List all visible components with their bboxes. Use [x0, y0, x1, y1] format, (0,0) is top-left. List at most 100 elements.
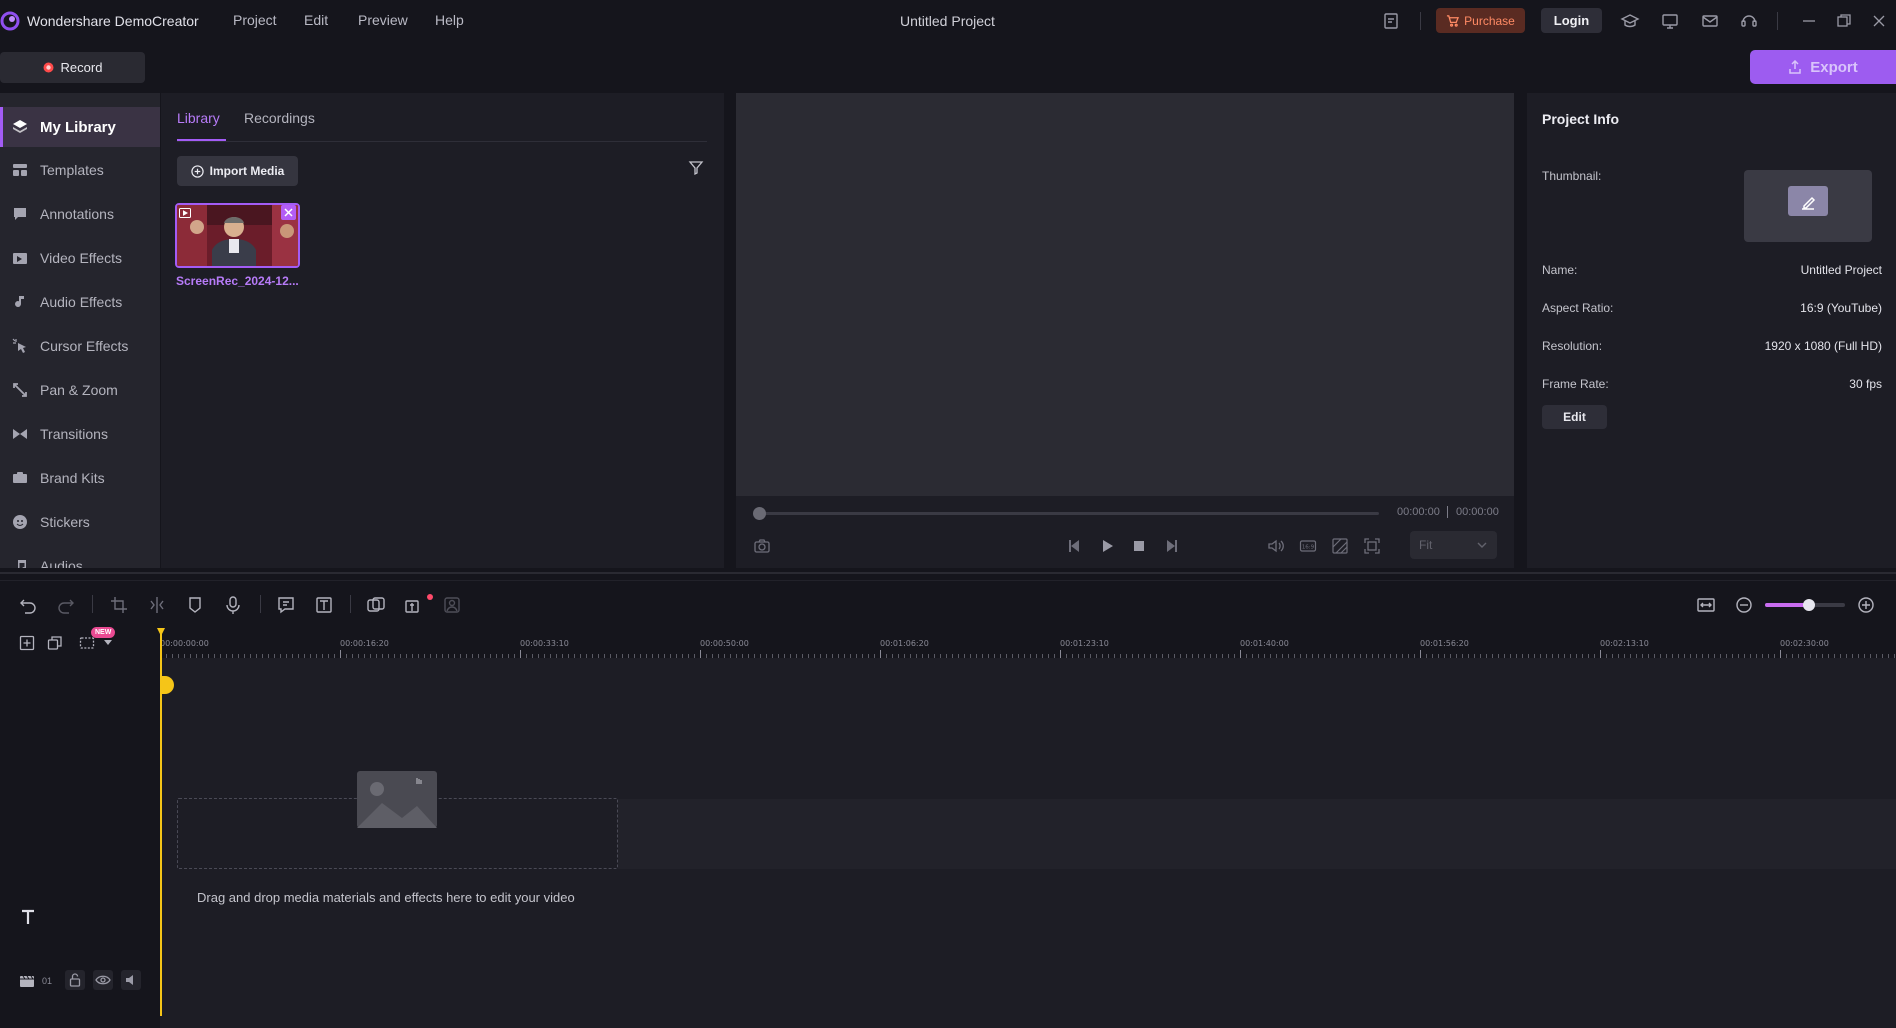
playhead-handle[interactable] — [157, 628, 165, 636]
project-title: Untitled Project — [900, 13, 995, 29]
export-button[interactable]: Export — [1750, 50, 1896, 84]
tab-divider — [177, 141, 707, 142]
lock-track-button[interactable] — [65, 970, 85, 990]
aspect-ratio-value: 16:9 (YouTube) — [1800, 301, 1882, 315]
sidebar-item-video-effects[interactable]: Video Effects — [0, 238, 160, 278]
project-thumbnail[interactable] — [1744, 170, 1872, 242]
login-button[interactable]: Login — [1541, 8, 1602, 33]
playhead-marker[interactable] — [160, 676, 174, 694]
next-frame-icon[interactable] — [1162, 537, 1180, 555]
playback-progress-track[interactable] — [756, 512, 1379, 515]
crop-mask-icon[interactable] — [1331, 537, 1349, 555]
dropdown-arrow-icon[interactable] — [104, 640, 112, 646]
toolbar-separator — [92, 595, 93, 613]
fit-timeline-icon[interactable] — [1697, 596, 1715, 614]
add-track-icon[interactable] — [19, 635, 35, 651]
aspect-ratio-label: 16:9 — [1302, 545, 1315, 551]
ai-effects-icon[interactable] — [367, 596, 385, 614]
purchase-button[interactable]: Purchase — [1436, 8, 1525, 33]
microphone-icon[interactable] — [224, 596, 242, 614]
zoom-fit-select[interactable]: Fit — [1410, 531, 1497, 559]
zoom-out-icon[interactable] — [1735, 596, 1753, 614]
resolution-value: 1920 x 1080 (Full HD) — [1764, 339, 1882, 353]
volume-icon[interactable] — [1267, 537, 1285, 555]
mute-track-button[interactable] — [121, 970, 141, 990]
split-icon[interactable] — [148, 596, 166, 614]
timeline-drop-hint: Drag and drop media materials and effect… — [197, 890, 575, 905]
edit-thumbnail-icon[interactable] — [1788, 186, 1828, 216]
import-media-label: Import Media — [209, 164, 285, 178]
sidebar-item-pan-zoom[interactable]: Pan & Zoom — [0, 370, 160, 410]
sidebar-item-label: Cursor Effects — [40, 338, 129, 354]
redo-icon[interactable] — [57, 596, 75, 614]
minimize-icon[interactable] — [1799, 11, 1819, 31]
toolbar-separator — [260, 595, 261, 613]
text-track-icon[interactable] — [19, 908, 37, 926]
tab-recordings[interactable]: Recordings — [244, 110, 315, 126]
tutorial-icon[interactable] — [1620, 11, 1640, 31]
fit-select-value: Fit — [1419, 538, 1433, 552]
thumbnail-label: Thumbnail: — [1542, 169, 1602, 183]
total-timecode: 00:00:00 — [1456, 506, 1499, 518]
ruler-label: 00:00:16:20 — [340, 639, 389, 648]
zoom-in-icon[interactable] — [1857, 596, 1875, 614]
edit-project-button[interactable]: Edit — [1542, 405, 1607, 429]
sidebar-item-my-library[interactable]: My Library — [0, 107, 160, 147]
aspect-ratio-icon[interactable]: 16:9 — [1299, 537, 1317, 555]
copy-track-icon[interactable] — [47, 635, 63, 651]
sidebar-item-brand-kits[interactable]: Brand Kits — [0, 458, 160, 498]
notes-icon[interactable] — [1381, 11, 1401, 31]
previous-frame-icon[interactable] — [1066, 537, 1084, 555]
sidebar-item-audio-effects[interactable]: Audio Effects — [0, 282, 160, 322]
app-name: Wondershare DemoCreator — [27, 13, 199, 29]
crop-icon[interactable] — [110, 596, 128, 614]
record-button[interactable]: Record — [0, 52, 145, 83]
playback-progress-handle[interactable] — [753, 507, 766, 520]
title-bar: Wondershare DemoCreator Project Edit Pre… — [0, 0, 1896, 42]
sidebar-item-annotations[interactable]: Annotations — [0, 194, 160, 234]
marker-icon[interactable] — [186, 596, 204, 614]
sidebar-item-audios[interactable]: Audios — [0, 546, 160, 568]
menu-project[interactable]: Project — [233, 12, 277, 28]
panel-splitter[interactable] — [0, 572, 1896, 574]
ruler-label: 00:00:00:00 — [160, 639, 209, 648]
stop-icon[interactable] — [1130, 537, 1148, 555]
menu-help[interactable]: Help — [435, 12, 464, 28]
purchase-label: Purchase — [1464, 13, 1515, 28]
video-track-lane[interactable] — [618, 799, 1896, 869]
media-delete-icon[interactable] — [281, 205, 296, 220]
sidebar-item-transitions[interactable]: Transitions — [0, 414, 160, 454]
preview-screen[interactable] — [736, 93, 1514, 496]
menu-preview[interactable]: Preview — [358, 12, 408, 28]
sidebar-item-cursor-effects[interactable]: Cursor Effects — [0, 326, 160, 366]
smart-tools-icon[interactable] — [405, 596, 423, 614]
caption-icon[interactable] — [277, 596, 295, 614]
visibility-track-button[interactable] — [93, 970, 113, 990]
playhead[interactable] — [157, 628, 174, 1016]
filter-icon[interactable] — [688, 160, 704, 176]
sidebar-item-templates[interactable]: Templates — [0, 150, 160, 190]
templates-icon — [12, 162, 28, 178]
zoom-slider-handle[interactable] — [1803, 599, 1815, 611]
zoom-slider[interactable] — [1765, 599, 1845, 611]
snapshot-icon[interactable] — [753, 537, 771, 555]
screen-tools-icon[interactable] — [1660, 11, 1680, 31]
support-icon[interactable] — [1739, 11, 1759, 31]
tab-library[interactable]: Library — [177, 110, 220, 126]
scene-tool-icon[interactable] — [79, 635, 95, 651]
timeline-ruler[interactable]: 00:00:00:00 00:00:16:20 00:00:33:10 00:0… — [160, 628, 1896, 658]
text-box-icon[interactable] — [315, 596, 333, 614]
fullscreen-icon[interactable] — [1363, 537, 1381, 555]
sidebar-item-stickers[interactable]: Stickers — [0, 502, 160, 542]
timeline-area[interactable]: 00:00:00:00 00:00:16:20 00:00:33:10 00:0… — [157, 628, 1896, 1028]
close-icon[interactable] — [1869, 11, 1889, 31]
undo-icon[interactable] — [19, 596, 37, 614]
avatar-tool-icon[interactable] — [443, 596, 461, 614]
import-media-button[interactable]: Import Media — [177, 156, 298, 186]
restore-icon[interactable] — [1834, 11, 1854, 31]
mail-icon[interactable] — [1700, 11, 1720, 31]
ruler-ticks — [160, 650, 1895, 658]
play-icon[interactable] — [1098, 537, 1116, 555]
ruler-label: 00:01:56:20 — [1420, 639, 1469, 648]
menu-edit[interactable]: Edit — [304, 12, 328, 28]
